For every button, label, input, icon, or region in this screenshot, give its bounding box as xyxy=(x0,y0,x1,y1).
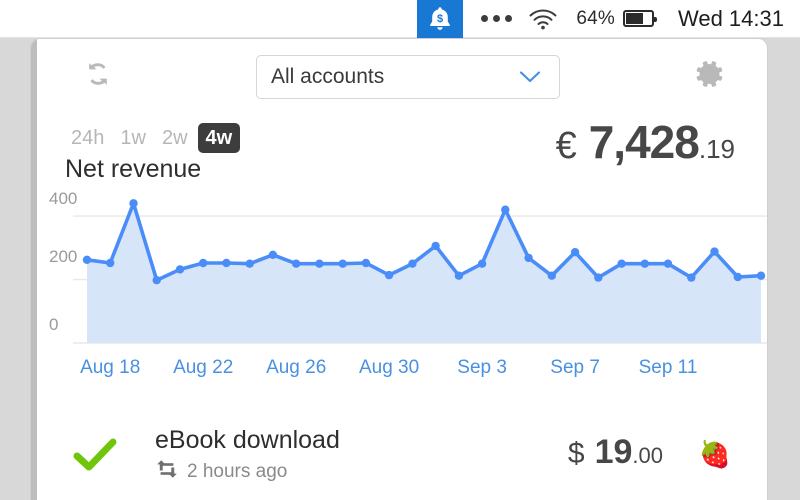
account-select[interactable]: All accounts xyxy=(256,55,560,99)
chart-point[interactable] xyxy=(663,259,673,268)
x-tick-label[interactable]: Sep 3 xyxy=(457,357,507,379)
card-toolbar: All accounts xyxy=(37,39,767,113)
chart-point[interactable] xyxy=(594,273,603,282)
y-tick-400: 400 xyxy=(49,189,78,208)
x-tick-label[interactable]: Sep 7 xyxy=(550,357,600,379)
x-tick-label[interactable]: Aug 18 xyxy=(80,357,140,379)
y-tick-200: 200 xyxy=(49,247,78,266)
currency-symbol: € xyxy=(555,125,577,167)
svg-text:$: $ xyxy=(437,13,443,25)
refresh-icon xyxy=(82,58,114,95)
metric-header: 24h 1w 2w 4w Net revenue € 7,428 .19 xyxy=(37,113,767,191)
dashboard-card: All accounts 24h 1w 2w 4w Net revenue € … xyxy=(30,38,768,500)
chart-point[interactable] xyxy=(477,259,487,268)
chart-point[interactable] xyxy=(501,205,510,214)
battery-icon xyxy=(622,10,657,27)
chart-point[interactable] xyxy=(222,258,231,268)
chart-point[interactable] xyxy=(292,259,301,268)
chart-x-axis: Aug 18 Aug 22 Aug 26 Aug 30 Sep 3 Sep 7 Sep 11 xyxy=(37,351,767,393)
status-bar: $ 64% Wed 14:31 xyxy=(0,0,800,38)
transaction-title: eBook download xyxy=(155,426,340,454)
chart-point[interactable] xyxy=(268,250,278,259)
transaction-amount-minor: .00 xyxy=(632,443,663,468)
chart-point[interactable] xyxy=(361,258,371,268)
x-tick-label[interactable]: Aug 30 xyxy=(359,357,419,379)
chart-point[interactable] xyxy=(617,259,626,268)
metric-label: Net revenue xyxy=(65,155,202,183)
settings-button[interactable] xyxy=(691,57,729,95)
x-tick-label[interactable]: Aug 22 xyxy=(173,357,233,379)
three-dots-icon[interactable] xyxy=(481,15,513,22)
chart-point[interactable] xyxy=(524,253,533,263)
transaction-amount-major: 19 xyxy=(594,433,633,471)
transaction-row[interactable]: eBook download 2 hours ago $ 19 .00 🍓 xyxy=(37,415,767,500)
chart-point[interactable] xyxy=(431,241,440,251)
recurring-arrows-icon xyxy=(155,459,179,484)
x-tick-label[interactable]: Sep 11 xyxy=(639,357,698,379)
chart-point[interactable] xyxy=(547,271,556,280)
range-tabs: 24h 1w 2w 4w xyxy=(65,123,241,153)
clock: Wed 14:31 xyxy=(677,5,784,31)
chart-point[interactable] xyxy=(338,259,347,268)
net-revenue-amount: € 7,428 .19 xyxy=(556,115,735,169)
gear-icon xyxy=(694,58,726,95)
chart-point[interactable] xyxy=(640,259,649,268)
chart-point[interactable] xyxy=(756,271,766,280)
chart-point[interactable] xyxy=(245,259,254,268)
chart-point[interactable] xyxy=(106,258,115,268)
chart-point[interactable] xyxy=(570,248,580,257)
range-tab-4w[interactable]: 4w xyxy=(197,123,241,153)
revenue-chart-svg xyxy=(73,199,767,344)
battery-percent: 64% xyxy=(576,7,615,29)
chart-point[interactable] xyxy=(152,276,161,285)
notification-badge[interactable]: $ xyxy=(417,0,464,38)
transaction-subtitle: 2 hours ago xyxy=(155,459,340,484)
chart-point[interactable] xyxy=(199,258,208,268)
bell-dollar-icon: $ xyxy=(427,5,453,33)
chart-point[interactable] xyxy=(384,270,394,280)
revenue-chart[interactable]: 400 200 0 xyxy=(37,189,767,351)
chart-point[interactable] xyxy=(408,259,417,268)
chart-point[interactable] xyxy=(687,273,696,282)
refresh-button[interactable] xyxy=(79,57,117,95)
account-select-label: All accounts xyxy=(271,65,385,88)
strawberry-emoji: 🍓 xyxy=(698,439,731,469)
range-tab-2w[interactable]: 2w xyxy=(156,124,194,152)
chart-area-fill xyxy=(87,203,761,343)
transaction-text: eBook download 2 hours ago xyxy=(155,423,340,484)
transaction-time: 2 hours ago xyxy=(187,460,288,482)
chart-point[interactable] xyxy=(454,271,464,280)
chevron-down-icon xyxy=(519,70,541,84)
chart-point[interactable] xyxy=(733,272,742,282)
chart-point[interactable] xyxy=(175,265,185,274)
x-tick-label[interactable]: Aug 26 xyxy=(266,357,326,379)
chart-point[interactable] xyxy=(82,255,92,264)
chart-point[interactable] xyxy=(710,247,719,256)
transaction-amount: $ 19 .00 xyxy=(568,433,663,472)
chart-point[interactable] xyxy=(129,199,138,208)
amount-minor: .19 xyxy=(698,134,735,164)
range-tab-24h[interactable]: 24h xyxy=(65,124,110,152)
range-tab-1w[interactable]: 1w xyxy=(114,124,152,152)
wifi-icon xyxy=(528,8,558,30)
chart-point[interactable] xyxy=(315,259,324,268)
y-tick-0: 0 xyxy=(49,315,59,334)
green-check-icon xyxy=(73,437,117,478)
transaction-currency: $ xyxy=(567,437,585,470)
transaction-separator xyxy=(37,393,767,415)
amount-major: 7,428 xyxy=(588,116,700,168)
